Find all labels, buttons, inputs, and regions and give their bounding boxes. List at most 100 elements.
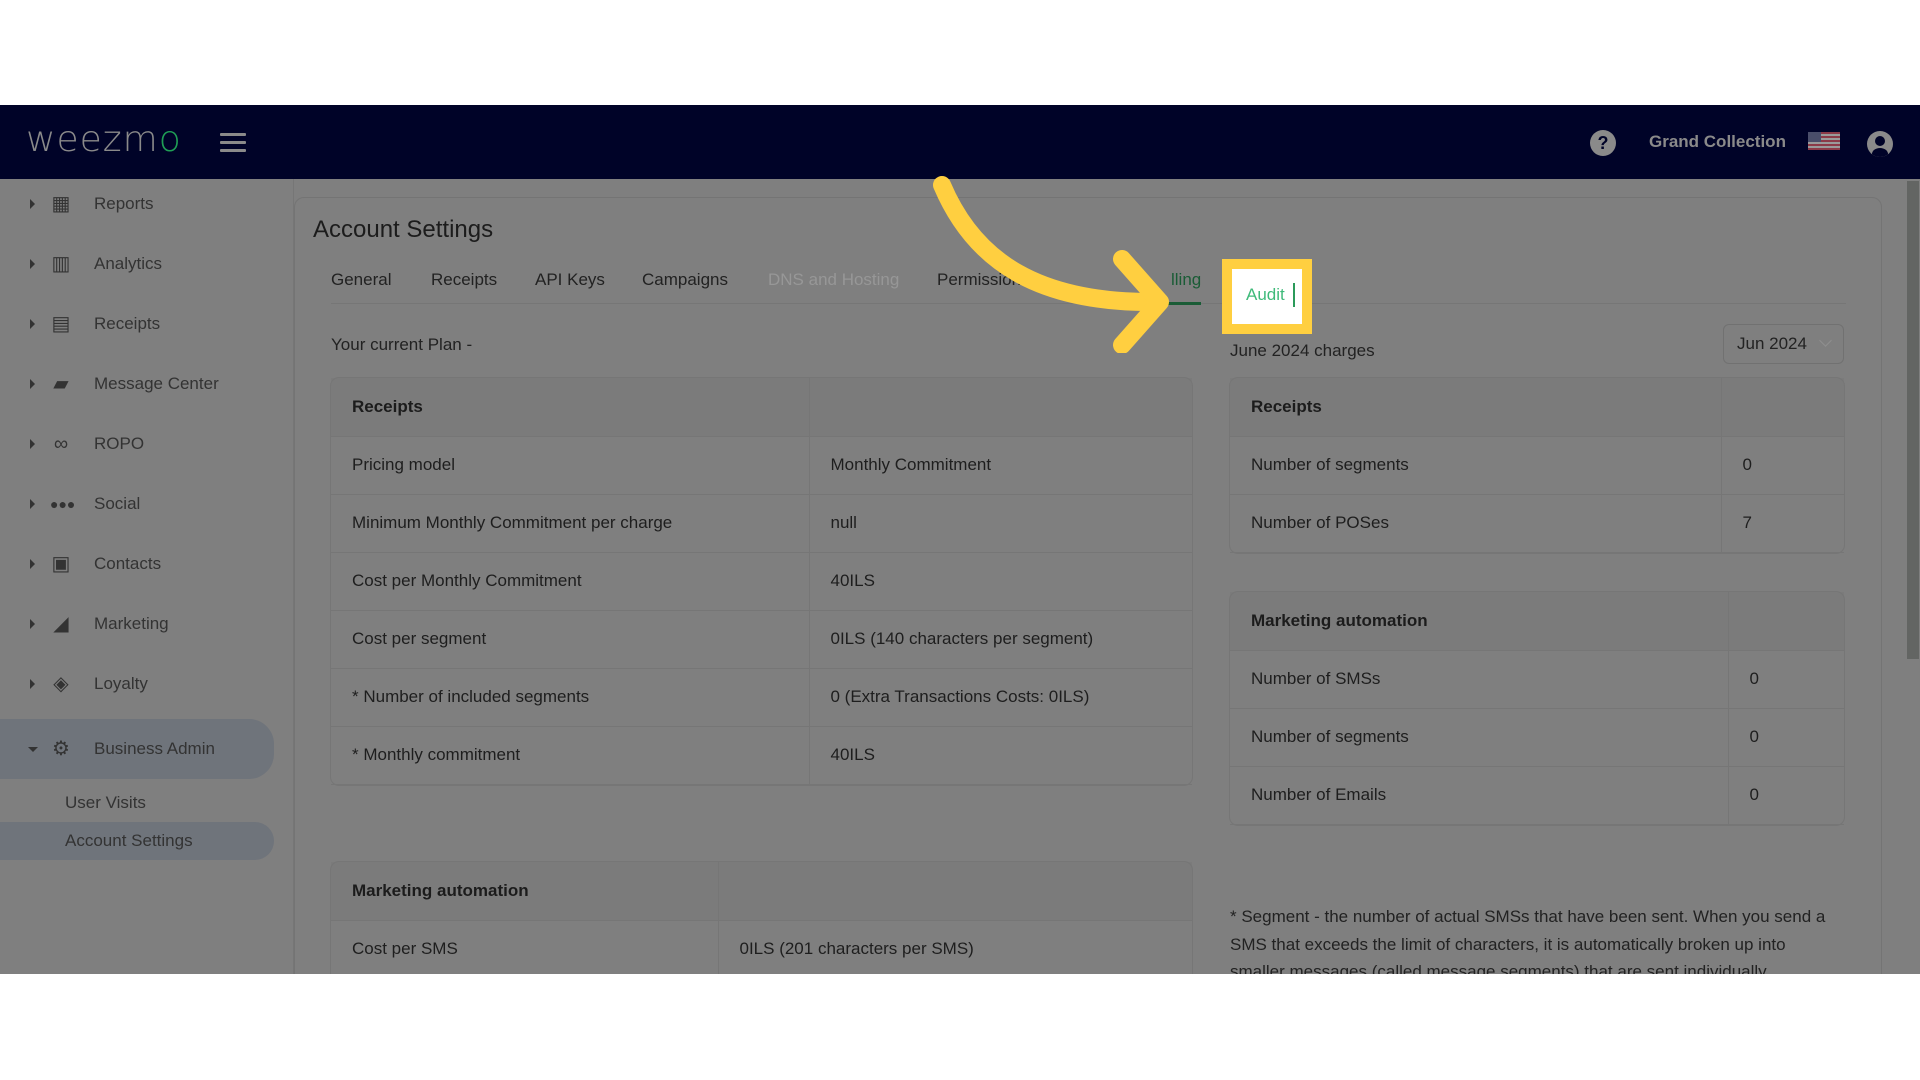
- sidebar-item-label: Reports: [94, 194, 154, 213]
- gear-icon: ⚙: [52, 738, 70, 760]
- tab-audit-highlight[interactable]: Audit: [1222, 259, 1312, 334]
- sidebar-item-label: Contacts: [94, 554, 162, 573]
- table-row: * Number of included segments 0 (Extra Tr…: [331, 668, 1192, 727]
- month-select-value: Jun 2024: [1737, 334, 1807, 353]
- table-header: Marketing automation: [331, 862, 718, 921]
- sidebar-item-receipts[interactable]: ▤ Receipts: [0, 299, 274, 349]
- row-label: Minimum Monthly Commitment per charge: [331, 494, 809, 553]
- account-name[interactable]: Grand Collection: [1649, 132, 1786, 152]
- weezmo-logo[interactable]: weezmo: [26, 119, 182, 160]
- table-header: Marketing automation: [1230, 592, 1728, 651]
- caret-right-icon: [30, 319, 35, 329]
- tab-audit-label: Audit: [1246, 285, 1285, 304]
- charges-marketing-automation-table: Marketing automation Number of SMSs 0 Num…: [1229, 591, 1845, 826]
- sidebar-item-ropo[interactable]: ∞ ROPO: [0, 419, 274, 469]
- tab-api-keys[interactable]: API Keys: [535, 270, 605, 290]
- sidebar-item-contacts[interactable]: ▣ Contacts: [0, 539, 274, 589]
- row-label: Cost per SMS: [331, 920, 718, 974]
- tab-campaigns[interactable]: Campaigns: [642, 270, 728, 290]
- row-label: Number of Emails: [1230, 766, 1728, 825]
- table-header-row: Marketing automation: [1230, 592, 1844, 651]
- row-label: Cost per Monthly Commitment: [331, 552, 809, 611]
- sidebar-item-reports[interactable]: ▦ Reports: [0, 179, 274, 229]
- sidebar-item-marketing[interactable]: ◢ Marketing: [0, 599, 274, 649]
- table-header-row: Receipts: [1230, 378, 1844, 437]
- table-row: Number of Emails 0: [1230, 766, 1844, 825]
- row-value: 40ILS: [808, 552, 1192, 611]
- sidebar-item-message-center[interactable]: ▰ Message Center: [0, 359, 274, 409]
- table-row: Cost per Monthly Commitment 40ILS: [331, 552, 1192, 611]
- caret-right-icon: [30, 619, 35, 629]
- table-row: * Monthly commitment 40ILS: [331, 726, 1192, 785]
- us-flag-icon[interactable]: [1808, 132, 1840, 150]
- sidebar-item-social[interactable]: ●●● Social: [0, 479, 274, 529]
- sidebar: ▦ Reports ▥ Analytics ▤ Receipts ▰ Messa…: [0, 179, 294, 974]
- row-label: Number of segments: [1230, 436, 1721, 495]
- caret-right-icon: [30, 499, 35, 509]
- caret-right-icon: [30, 259, 35, 269]
- tab-receipts[interactable]: Receipts: [431, 270, 497, 290]
- plan-receipts-table: Receipts Pricing model Monthly Commitment…: [330, 377, 1193, 786]
- app-body: ▦ Reports ▥ Analytics ▤ Receipts ▰ Messa…: [0, 179, 1920, 974]
- infinity-icon: ∞: [53, 433, 69, 455]
- row-value: 0ILS (201 characters per SMS): [717, 920, 1192, 974]
- caret-right-icon: [30, 199, 35, 209]
- month-select[interactable]: Jun 2024: [1723, 324, 1844, 364]
- table-header-row: Marketing automation: [331, 862, 1192, 921]
- party-popper-icon: ◢: [53, 613, 69, 635]
- row-value: 0 (Extra Transactions Costs: 0ILS): [808, 668, 1192, 727]
- sidebar-item-analytics[interactable]: ▥ Analytics: [0, 239, 274, 289]
- menu-icon[interactable]: [220, 133, 246, 153]
- caret-right-icon: [30, 439, 35, 449]
- sidebar-subitem-account-settings[interactable]: Account Settings: [0, 822, 274, 860]
- people-icon: ●●●: [50, 496, 76, 512]
- sidebar-item-label: Loyalty: [94, 674, 148, 693]
- page-title: Account Settings: [313, 216, 494, 243]
- table-row: Number of segments 0: [1230, 436, 1844, 495]
- sidebar-item-loyalty[interactable]: ◈ Loyalty: [0, 659, 274, 709]
- tab-audit[interactable]: Audit: [1232, 269, 1302, 324]
- sidebar-subitem-user-visits[interactable]: User Visits: [0, 784, 274, 822]
- table-row: Number of segments 0: [1230, 708, 1844, 767]
- row-value: 0: [1727, 708, 1844, 767]
- table-row: Minimum Monthly Commitment per charge nul…: [331, 494, 1192, 553]
- account-settings-card: Account Settings General Receipts API Ke…: [294, 197, 1882, 974]
- row-value: null: [808, 494, 1192, 553]
- receipt-icon: ▤: [51, 313, 71, 335]
- row-label: Number of segments: [1230, 708, 1728, 767]
- user-account-icon[interactable]: [1867, 131, 1893, 157]
- scrollbar-thumb[interactable]: [1907, 181, 1919, 659]
- tab-billing[interactable]: lling: [1160, 270, 1202, 305]
- table-row: Cost per segment 0ILS (140 characters per…: [331, 610, 1192, 669]
- tab-general[interactable]: General: [331, 270, 391, 290]
- table-row: Number of SMSs 0: [1230, 650, 1844, 709]
- chat-icon: ▰: [53, 373, 69, 395]
- row-label: Cost per segment: [331, 610, 809, 669]
- bar-chart-icon: ▥: [51, 253, 71, 275]
- sidebar-item-label: Business Admin: [94, 739, 215, 758]
- caret-down-icon: [28, 746, 38, 752]
- row-label: * Monthly commitment: [331, 726, 809, 785]
- plan-marketing-automation-table: Marketing automation Cost per SMS 0ILS (2…: [330, 861, 1193, 974]
- text-cursor: [1293, 283, 1295, 307]
- logo-text: weezm: [26, 119, 159, 160]
- chevron-down-icon: [1819, 334, 1832, 347]
- table-row: Number of POSes 7: [1230, 494, 1844, 553]
- segment-footnote: * Segment - the number of actual SMSs th…: [1230, 907, 1826, 974]
- row-value: 40ILS: [808, 726, 1192, 785]
- row-value: 0: [1727, 650, 1844, 709]
- row-value: 0: [1720, 436, 1844, 495]
- help-icon[interactable]: ?: [1590, 130, 1616, 156]
- current-plan-label: Your current Plan -: [331, 335, 473, 354]
- tab-permissions[interactable]: Permissions: [937, 270, 1030, 290]
- caret-right-icon: [30, 379, 35, 389]
- sidebar-item-business-admin[interactable]: ⚙ Business Admin: [0, 719, 274, 779]
- row-value: 7: [1720, 494, 1844, 553]
- sidebar-item-label: Social: [94, 494, 141, 513]
- charges-label: June 2024 charges: [1230, 341, 1375, 360]
- row-value: Monthly Commitment: [808, 436, 1192, 495]
- app-window: weezmo ? Grand Collection ▦ Reports ▥ An…: [0, 105, 1920, 974]
- caret-right-icon: [30, 559, 35, 569]
- logo-accent: o: [158, 119, 182, 160]
- dashboard-icon: ▦: [51, 193, 71, 215]
